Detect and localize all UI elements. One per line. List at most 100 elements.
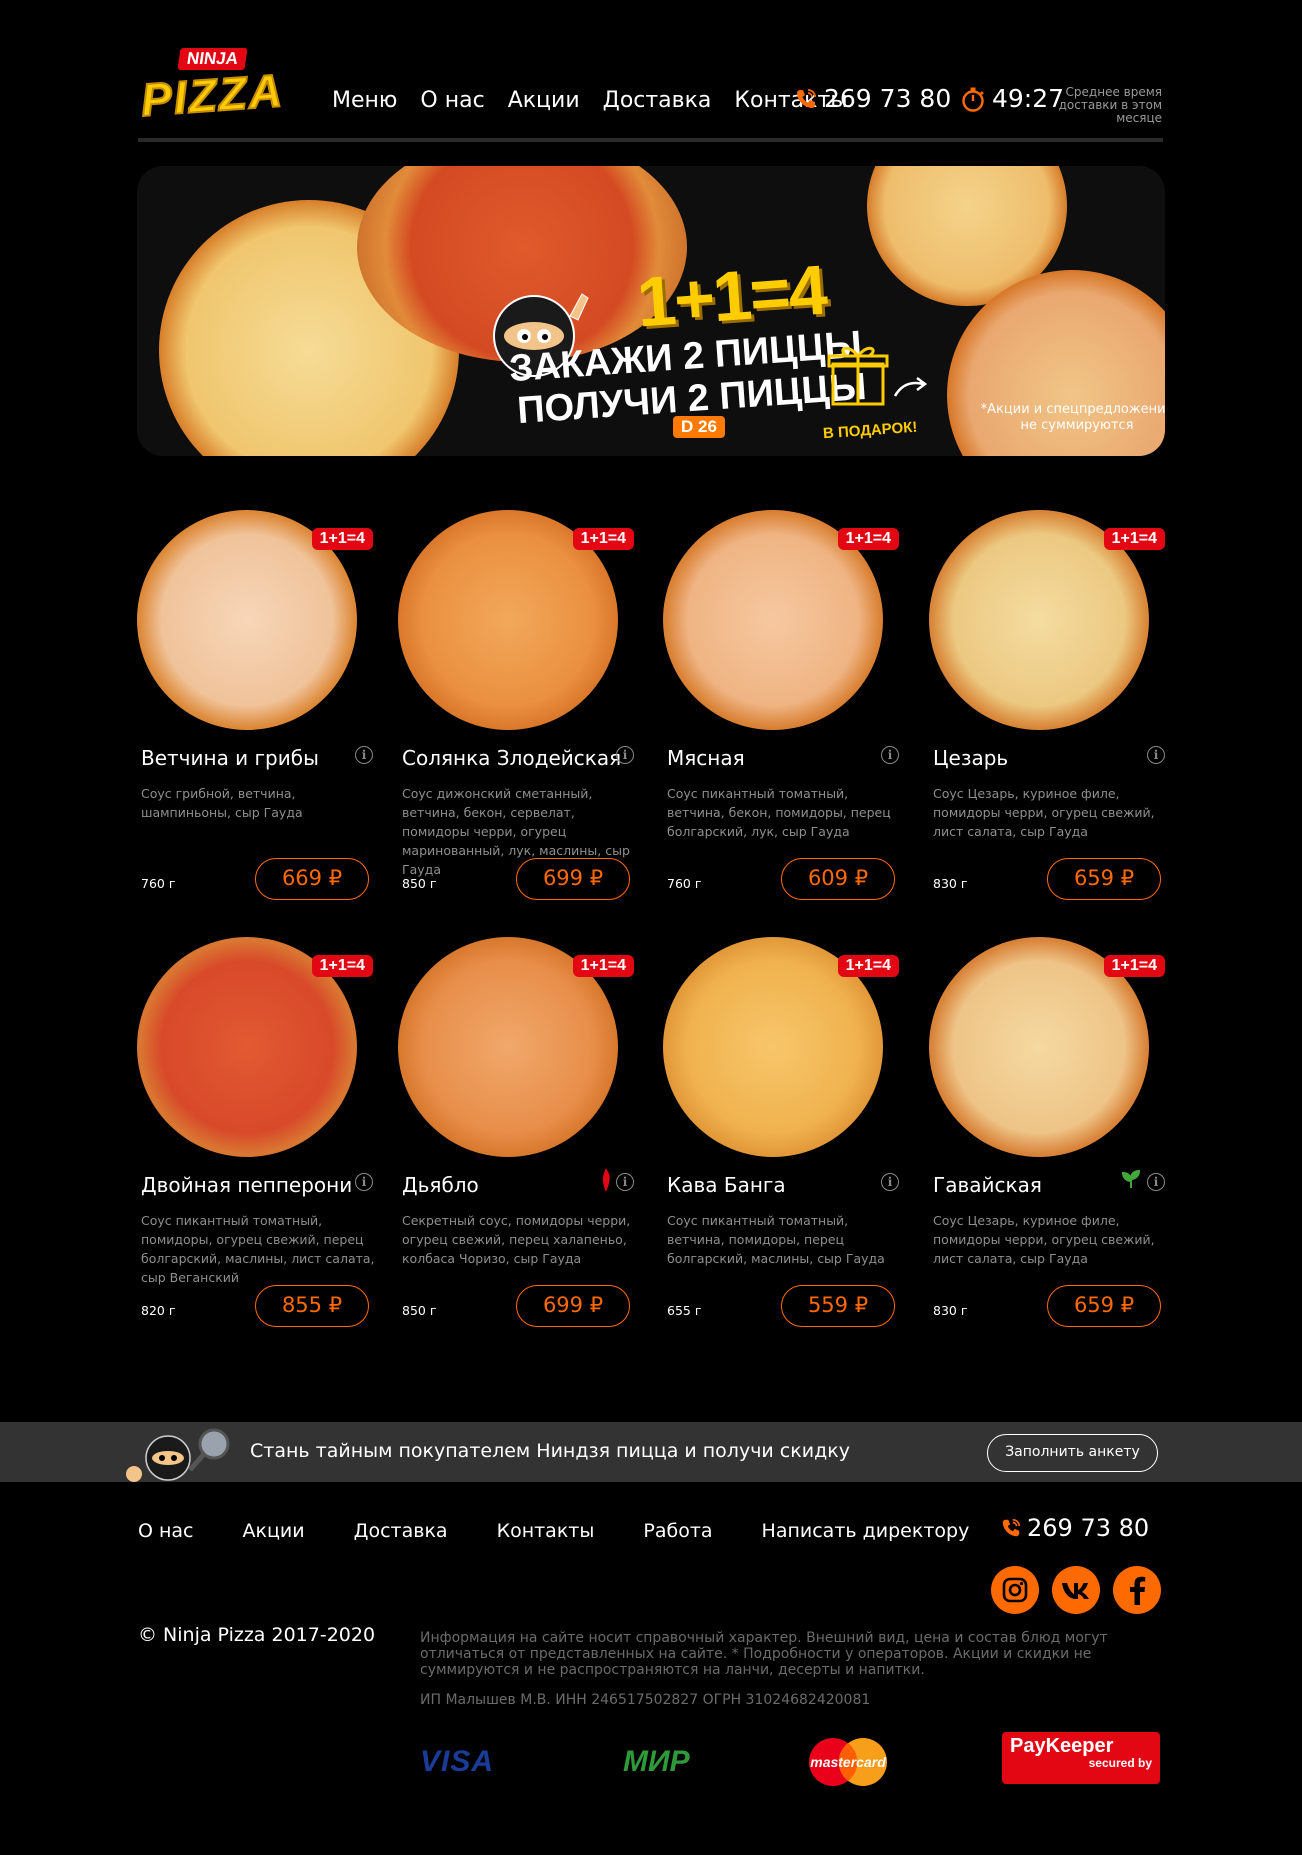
info-icon[interactable]: i: [355, 746, 373, 764]
info-icon[interactable]: i: [1147, 746, 1165, 764]
product-description: Соус пикантный томатный, помидоры, огуре…: [141, 1213, 375, 1285]
product-weight: 830 г: [933, 876, 968, 891]
product-description: Соус пикантный томатный, ветчина, помидо…: [667, 1213, 885, 1266]
vk-button[interactable]: [1052, 1566, 1100, 1614]
banner-gift-text: В ПОДАРОК!: [822, 418, 918, 443]
ninja-magnifier-icon: [126, 1428, 230, 1482]
logo[interactable]: NINJA PIZZA: [137, 48, 295, 127]
paykeeper-sub: secured by: [1088, 1756, 1152, 1770]
promo-badge: 1+1=4: [837, 528, 899, 550]
instagram-button[interactable]: [991, 1566, 1039, 1614]
nav-menu[interactable]: Меню: [332, 88, 397, 113]
price-button[interactable]: 559 ₽: [781, 1285, 895, 1327]
promo-banner[interactable]: 1+1=4 ЗАКАЖИ 2 ПИЦЦЫ ПОЛУЧИ 2 ПИЦЦЫ D 26…: [137, 166, 1165, 456]
footer-nav-about[interactable]: О нас: [138, 1520, 194, 1542]
paykeeper-name: PayKeeper: [1010, 1735, 1114, 1757]
product-weight: 655 г: [667, 1303, 702, 1318]
price-button[interactable]: 659 ₽: [1047, 1285, 1161, 1327]
product-card[interactable]: 1+1=4 Цезарь i Соус Цезарь, куриное филе, п…: [929, 510, 1165, 900]
price-button[interactable]: 669 ₽: [255, 858, 369, 900]
footer-nav-director[interactable]: Написать директору: [762, 1520, 970, 1542]
product-name[interactable]: Гавайская: [933, 1173, 1042, 1197]
product-card[interactable]: 1+1=4 Солянка Злодейская i Соус дижонский с…: [398, 510, 634, 900]
stopwatch-icon: [962, 87, 984, 112]
secret-shopper-text: Стань тайным покупателем Ниндзя пицца и …: [250, 1440, 850, 1462]
promo-badge: 1+1=4: [1103, 955, 1165, 977]
delivery-time: 49:27: [992, 84, 1065, 113]
product-name[interactable]: Дьябло: [402, 1173, 479, 1197]
product-description: Секретный соус, помидоры черри, огурец с…: [402, 1213, 631, 1266]
copyright: © Ninja Pizza 2017-2020: [138, 1624, 376, 1646]
phone-icon: [797, 88, 816, 108]
mir-logo: МИР: [623, 1745, 690, 1778]
phone-icon: [1002, 1518, 1021, 1537]
product-card[interactable]: 1+1=4 Гавайская i Соус Цезарь, куриное филе…: [929, 937, 1165, 1327]
product-name[interactable]: Двойная пепперони: [141, 1173, 352, 1197]
promo-badge: 1+1=4: [572, 528, 634, 550]
footer-nav: О нас Акции Доставка Контакты Работа Нап…: [138, 1520, 969, 1542]
facebook-button[interactable]: [1113, 1566, 1161, 1614]
mastercard-logo: mastercard: [800, 1736, 896, 1788]
promo-badge: 1+1=4: [572, 955, 634, 977]
product-name[interactable]: Ветчина и грибы: [141, 746, 319, 770]
product-description: Соус грибной, ветчина, шампиньоны, сыр Г…: [141, 786, 303, 820]
footer-nav-delivery[interactable]: Доставка: [354, 1520, 448, 1542]
nav-delivery[interactable]: Доставка: [603, 88, 712, 113]
promo-badge: 1+1=4: [1103, 528, 1165, 550]
nav-promos[interactable]: Акции: [508, 88, 580, 113]
info-icon[interactable]: i: [616, 746, 634, 764]
price-button[interactable]: 609 ₽: [781, 858, 895, 900]
header-divider: [138, 138, 1163, 142]
chili-pepper-icon: [602, 1168, 610, 1192]
footer-nav-contacts[interactable]: Контакты: [497, 1520, 595, 1542]
company-requisites: ИП Малышев М.В. ИНН 246517502827 ОГРН 31…: [420, 1692, 871, 1708]
info-icon[interactable]: i: [881, 746, 899, 764]
fill-form-button[interactable]: Заполнить анкету: [987, 1434, 1158, 1472]
product-name[interactable]: Цезарь: [933, 746, 1008, 770]
product-description: Соус Цезарь, куриное филе, помидоры черр…: [933, 786, 1155, 839]
delivery-timer: 49:27: [960, 84, 1064, 113]
promo-badge: 1+1=4: [311, 955, 373, 977]
product-name[interactable]: Солянка Злодейская: [402, 746, 621, 770]
visa-logo: VISA: [420, 1745, 495, 1778]
footer-nav-promos[interactable]: Акции: [243, 1520, 305, 1542]
product-weight: 830 г: [933, 1303, 968, 1318]
price-button[interactable]: 699 ₽: [516, 1285, 630, 1327]
logo-pizza-text: PIZZA: [138, 63, 286, 127]
banner-promo-code: D 26: [673, 416, 725, 438]
promo-badge: 1+1=4: [837, 955, 899, 977]
footer-nav-jobs[interactable]: Работа: [643, 1520, 712, 1542]
gift-icon: [827, 346, 889, 406]
product-card[interactable]: 1+1=4 Кава Банга i Соус пикантный томатный,…: [663, 937, 899, 1327]
product-description: Соус Цезарь, куриное филе, помидоры черр…: [933, 1213, 1155, 1266]
vk-icon: [1062, 1583, 1089, 1599]
info-icon[interactable]: i: [881, 1173, 899, 1191]
product-name[interactable]: Кава Банга: [667, 1173, 786, 1197]
product-weight: 820 г: [141, 1303, 176, 1318]
product-weight: 760 г: [667, 876, 702, 891]
instagram-icon: [1002, 1577, 1028, 1603]
price-button[interactable]: 855 ₽: [255, 1285, 369, 1327]
price-button[interactable]: 699 ₽: [516, 858, 630, 900]
product-card[interactable]: 1+1=4 Дьябло i Секретный соус, помидоры чер…: [398, 937, 634, 1327]
paykeeper-logo: PayKeeper secured by: [1002, 1732, 1160, 1784]
product-weight: 760 г: [141, 876, 176, 891]
info-icon[interactable]: i: [616, 1173, 634, 1191]
info-icon[interactable]: i: [1147, 1173, 1165, 1191]
banner-footnote: *Акции и спецпредложения не суммируются: [980, 402, 1165, 433]
product-card[interactable]: 1+1=4 Ветчина и грибы i Соус грибной, ветчи…: [137, 510, 373, 900]
nav-about[interactable]: О нас: [420, 88, 484, 113]
footer-phone[interactable]: 269 73 80: [1000, 1514, 1149, 1542]
arrow-icon: [893, 377, 928, 397]
footer-phone-number[interactable]: 269 73 80: [1027, 1514, 1149, 1542]
product-name[interactable]: Мясная: [667, 746, 745, 770]
header-phone-number[interactable]: 269 73 80: [824, 84, 951, 113]
info-icon[interactable]: i: [355, 1173, 373, 1191]
price-button[interactable]: 659 ₽: [1047, 858, 1161, 900]
promo-badge: 1+1=4: [311, 528, 373, 550]
product-card[interactable]: 1+1=4 Мясная i Соус пикантный томатный, вет…: [663, 510, 899, 900]
product-card[interactable]: 1+1=4 Двойная пепперони i Соус пикантный то…: [137, 937, 375, 1327]
header-phone[interactable]: 269 73 80: [794, 84, 951, 113]
product-description: Соус пикантный томатный, ветчина, бекон,…: [667, 786, 891, 839]
delivery-caption: Среднее время доставки в этом месяце: [1058, 85, 1162, 125]
